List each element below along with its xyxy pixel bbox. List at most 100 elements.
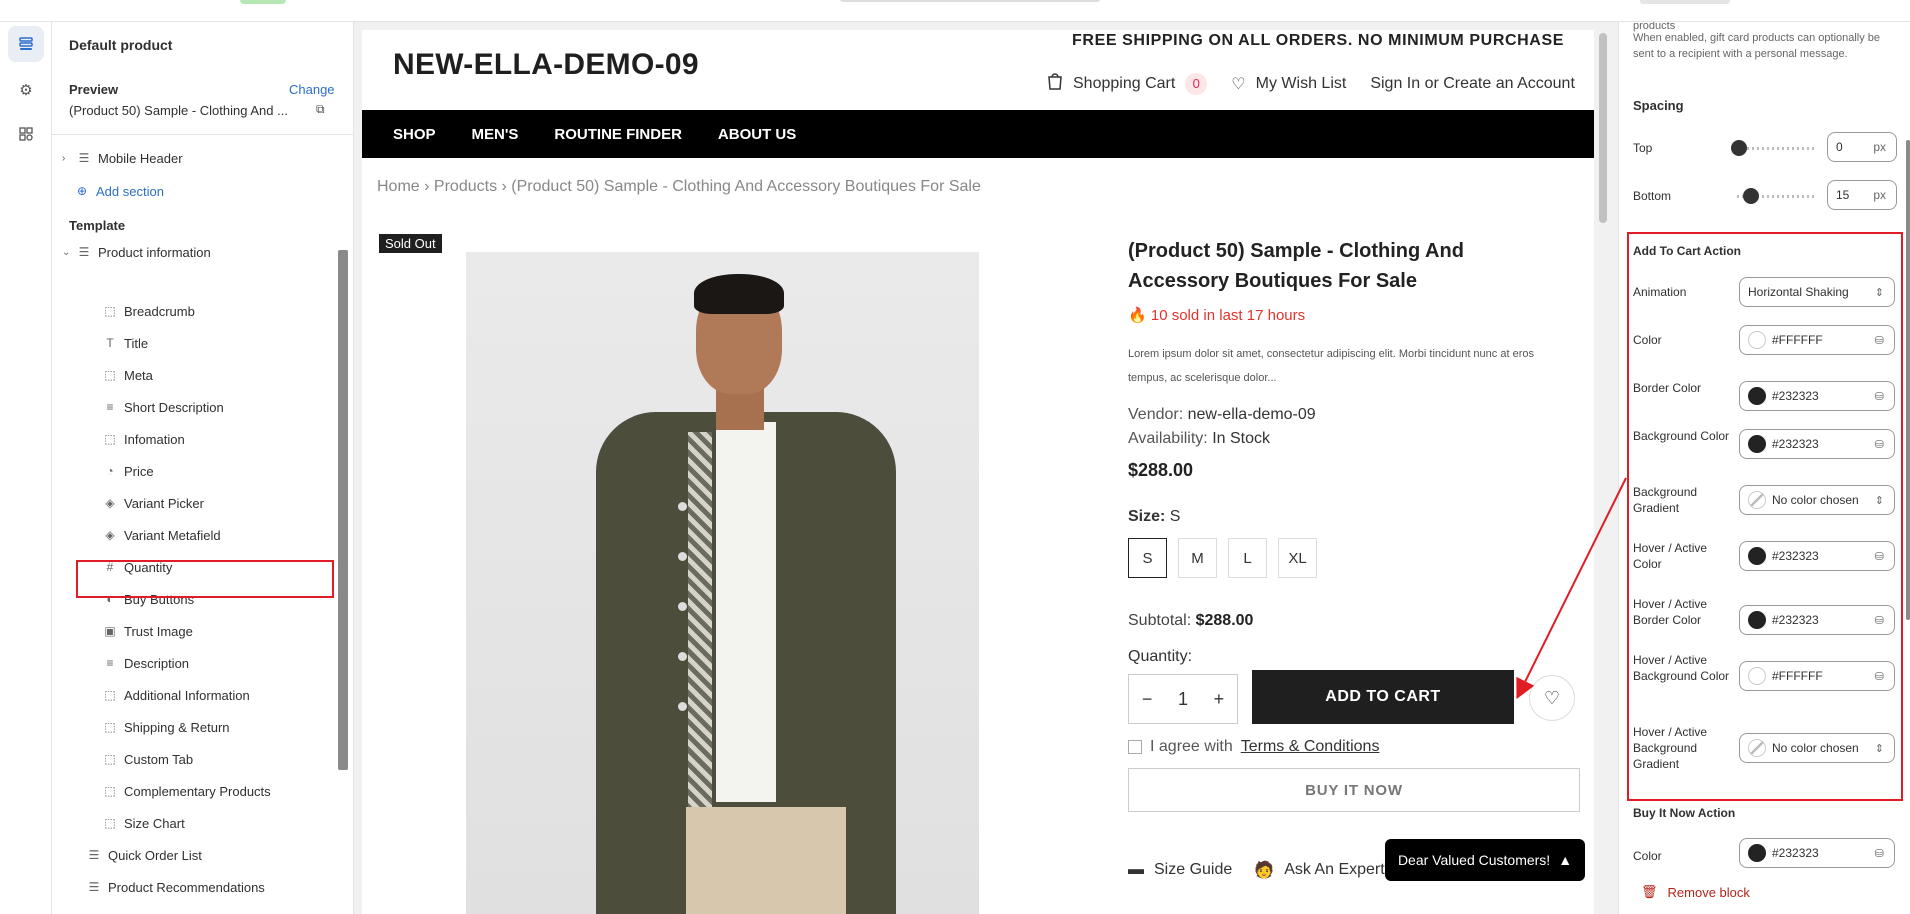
sidebar-item-custom-tab[interactable]: ⬚ Custom Tab xyxy=(102,748,193,770)
sidebar-item-additional-information[interactable]: ⬚ Additional Information xyxy=(102,684,249,706)
bottom-spacing-input[interactable]: 15 px xyxy=(1827,180,1897,210)
sidebar-scrollbar[interactable] xyxy=(338,250,348,770)
breadcrumb-products[interactable]: Products xyxy=(434,178,497,195)
block-icon: ⬚ xyxy=(104,688,116,702)
chevron-updown-icon[interactable]: ⇕ xyxy=(1875,286,1884,299)
remove-block-button[interactable]: 🗑 Remove block xyxy=(1641,884,1750,900)
sidebar-item-title[interactable]: T Title xyxy=(102,332,148,354)
wishlist-link[interactable]: My Wish List xyxy=(1256,75,1347,93)
hover-active-background-gradient-picker[interactable]: No color chosen ⇕ xyxy=(1739,733,1895,763)
color-picker[interactable]: #FFFFFF ⛁ xyxy=(1739,325,1895,355)
terms-checkbox[interactable] xyxy=(1128,740,1142,754)
sidebar-item-recently-viewed-products[interactable]: ☰Recently Viewed Products xyxy=(86,908,260,914)
heart-icon: ♡ xyxy=(1231,75,1246,93)
image-shirt xyxy=(688,432,712,852)
cart-link[interactable]: Shopping Cart xyxy=(1073,75,1175,93)
top-spacing-input[interactable]: 0 px xyxy=(1827,132,1897,162)
sidebar-item-description[interactable]: ≡ Description xyxy=(102,652,189,674)
size-option-s[interactable]: S xyxy=(1128,538,1167,578)
chevron-right-icon: › xyxy=(501,178,512,195)
sidebar-item-quick-order-list[interactable]: ☰ Quick Order List xyxy=(86,844,202,866)
apps-icon[interactable] xyxy=(8,116,44,152)
nav-item-shop[interactable]: SHOP xyxy=(393,126,436,143)
vendor-row: Vendor: new-ella-demo-09 xyxy=(1128,406,1316,424)
sidebar-item-product-information[interactable]: ⌄ ☰ Product information xyxy=(62,241,211,263)
background-gradient-value: No color chosen xyxy=(1772,493,1859,507)
chevron-updown-icon[interactable]: ⇕ xyxy=(1875,742,1884,755)
database-icon[interactable]: ⛁ xyxy=(1875,614,1884,627)
editor-rail: ⚙ xyxy=(0,22,52,914)
top-spacing-slider-handle[interactable] xyxy=(1731,140,1747,156)
vendor-value[interactable]: new-ella-demo-09 xyxy=(1188,406,1316,423)
sidebar-item-short-description[interactable]: ≡ Short Description xyxy=(102,396,223,418)
background-gradient-picker[interactable]: No color chosen ⇕ xyxy=(1739,485,1895,515)
size-option-xl[interactable]: XL xyxy=(1278,538,1317,578)
database-icon[interactable]: ⛁ xyxy=(1875,847,1884,860)
preview-scrollbar[interactable] xyxy=(1599,33,1607,223)
buy-now-color-picker[interactable]: #232323 ⛁ xyxy=(1739,838,1895,868)
size-guide-link[interactable]: Size Guide xyxy=(1154,861,1232,879)
bottom-spacing-slider-handle[interactable] xyxy=(1743,188,1759,204)
color-swatch xyxy=(1748,491,1766,509)
color-swatch xyxy=(1748,435,1766,453)
sidebar-item-infomation[interactable]: ⬚ Infomation xyxy=(102,428,184,450)
database-icon[interactable]: ⛁ xyxy=(1875,670,1884,683)
size-option-l[interactable]: L xyxy=(1228,538,1267,578)
hover-active-color-picker[interactable]: #232323 ⛁ xyxy=(1739,541,1895,571)
add-to-cart-button[interactable]: ADD TO CART xyxy=(1252,670,1514,724)
popup-toggle[interactable]: Dear Valued Customers! ▲ xyxy=(1385,839,1585,881)
sections-icon[interactable] xyxy=(8,26,44,62)
nav-item-mens[interactable]: MEN'S xyxy=(472,126,519,143)
add-section-button[interactable]: ⊕ Add section xyxy=(74,180,164,202)
store-logo[interactable]: NEW-ELLA-DEMO-09 xyxy=(393,48,699,82)
sidebar-item-variant-picker[interactable]: ◈ Variant Picker xyxy=(102,492,204,514)
change-link[interactable]: Change xyxy=(289,82,335,97)
database-icon[interactable]: ⛁ xyxy=(1875,390,1884,403)
sidebar-item-size-chart[interactable]: ⬚ Size Chart xyxy=(102,812,184,834)
hover-active-border-color-picker[interactable]: #232323 ⛁ xyxy=(1739,605,1895,635)
border-color-picker[interactable]: #232323 ⛁ xyxy=(1739,381,1895,411)
terms-link[interactable]: Terms & Conditions xyxy=(1241,738,1380,756)
animation-select[interactable]: Horizontal Shaking ⇕ xyxy=(1739,277,1895,307)
minus-icon[interactable]: − xyxy=(1142,689,1153,710)
plus-icon[interactable]: + xyxy=(1214,689,1225,710)
background-color-picker[interactable]: #232323 ⛁ xyxy=(1739,429,1895,459)
sidebar-item-product-recommendations[interactable]: ☰ Product Recommendations xyxy=(86,876,265,898)
sidebar-item-label: Trust Image xyxy=(124,623,193,639)
wishlist-heart-icon[interactable]: ♡ xyxy=(1529,675,1575,721)
image-hair xyxy=(694,274,784,314)
account-link[interactable]: Sign In or Create an Account xyxy=(1370,75,1575,93)
nav-item-routine-finder[interactable]: ROUTINE FINDER xyxy=(554,126,682,143)
external-link-icon[interactable]: ⧉ xyxy=(316,102,325,117)
hover-active-background-color-picker[interactable]: #FFFFFF ⛁ xyxy=(1739,661,1895,691)
image-tee xyxy=(716,422,776,802)
panel-scrollbar[interactable] xyxy=(1906,140,1910,620)
sidebar-item-mobile-header[interactable]: › ☰ Mobile Header xyxy=(62,147,183,169)
color-swatch xyxy=(1748,547,1766,565)
ask-expert-link[interactable]: Ask An Expert xyxy=(1284,861,1385,879)
block-icon: ⬚ xyxy=(104,816,116,830)
sold-note-text: 10 sold in last 17 hours xyxy=(1150,307,1306,324)
breadcrumb-home[interactable]: Home xyxy=(377,178,420,195)
quantity-input[interactable]: 1 xyxy=(1178,689,1188,710)
gear-icon[interactable]: ⚙ xyxy=(8,72,44,108)
sidebar-item-breadcrumb[interactable]: ⬚ Breadcrumb xyxy=(102,300,194,322)
buy-it-now-button[interactable]: BUY IT NOW xyxy=(1128,768,1580,812)
sidebar-item-complementary-products[interactable]: ⬚ Complementary Products xyxy=(102,780,270,802)
sidebar-item-price[interactable]: ◔ Price xyxy=(102,460,153,482)
sidebar-item-variant-metafield[interactable]: ◈ Variant Metafield xyxy=(102,524,221,546)
sidebar-item-meta[interactable]: ⬚ Meta xyxy=(102,364,153,386)
database-icon[interactable]: ⛁ xyxy=(1875,438,1884,451)
color-swatch xyxy=(1748,611,1766,629)
top-bar-icons[interactable] xyxy=(1640,0,1730,4)
database-icon[interactable]: ⛁ xyxy=(1875,334,1884,347)
product-image[interactable] xyxy=(466,252,979,914)
database-icon[interactable]: ⛁ xyxy=(1875,550,1884,563)
sidebar-item-label: Variant Metafield xyxy=(124,527,221,543)
top-spacing-slider[interactable] xyxy=(1737,147,1817,150)
sidebar-item-trust-image[interactable]: ▣ Trust Image xyxy=(102,620,193,642)
size-option-m[interactable]: M xyxy=(1178,538,1217,578)
chevron-updown-icon[interactable]: ⇕ xyxy=(1875,494,1884,507)
nav-item-about-us[interactable]: ABOUT US xyxy=(718,126,796,143)
sidebar-item-shipping-return[interactable]: ⬚ Shipping & Return xyxy=(102,716,229,738)
